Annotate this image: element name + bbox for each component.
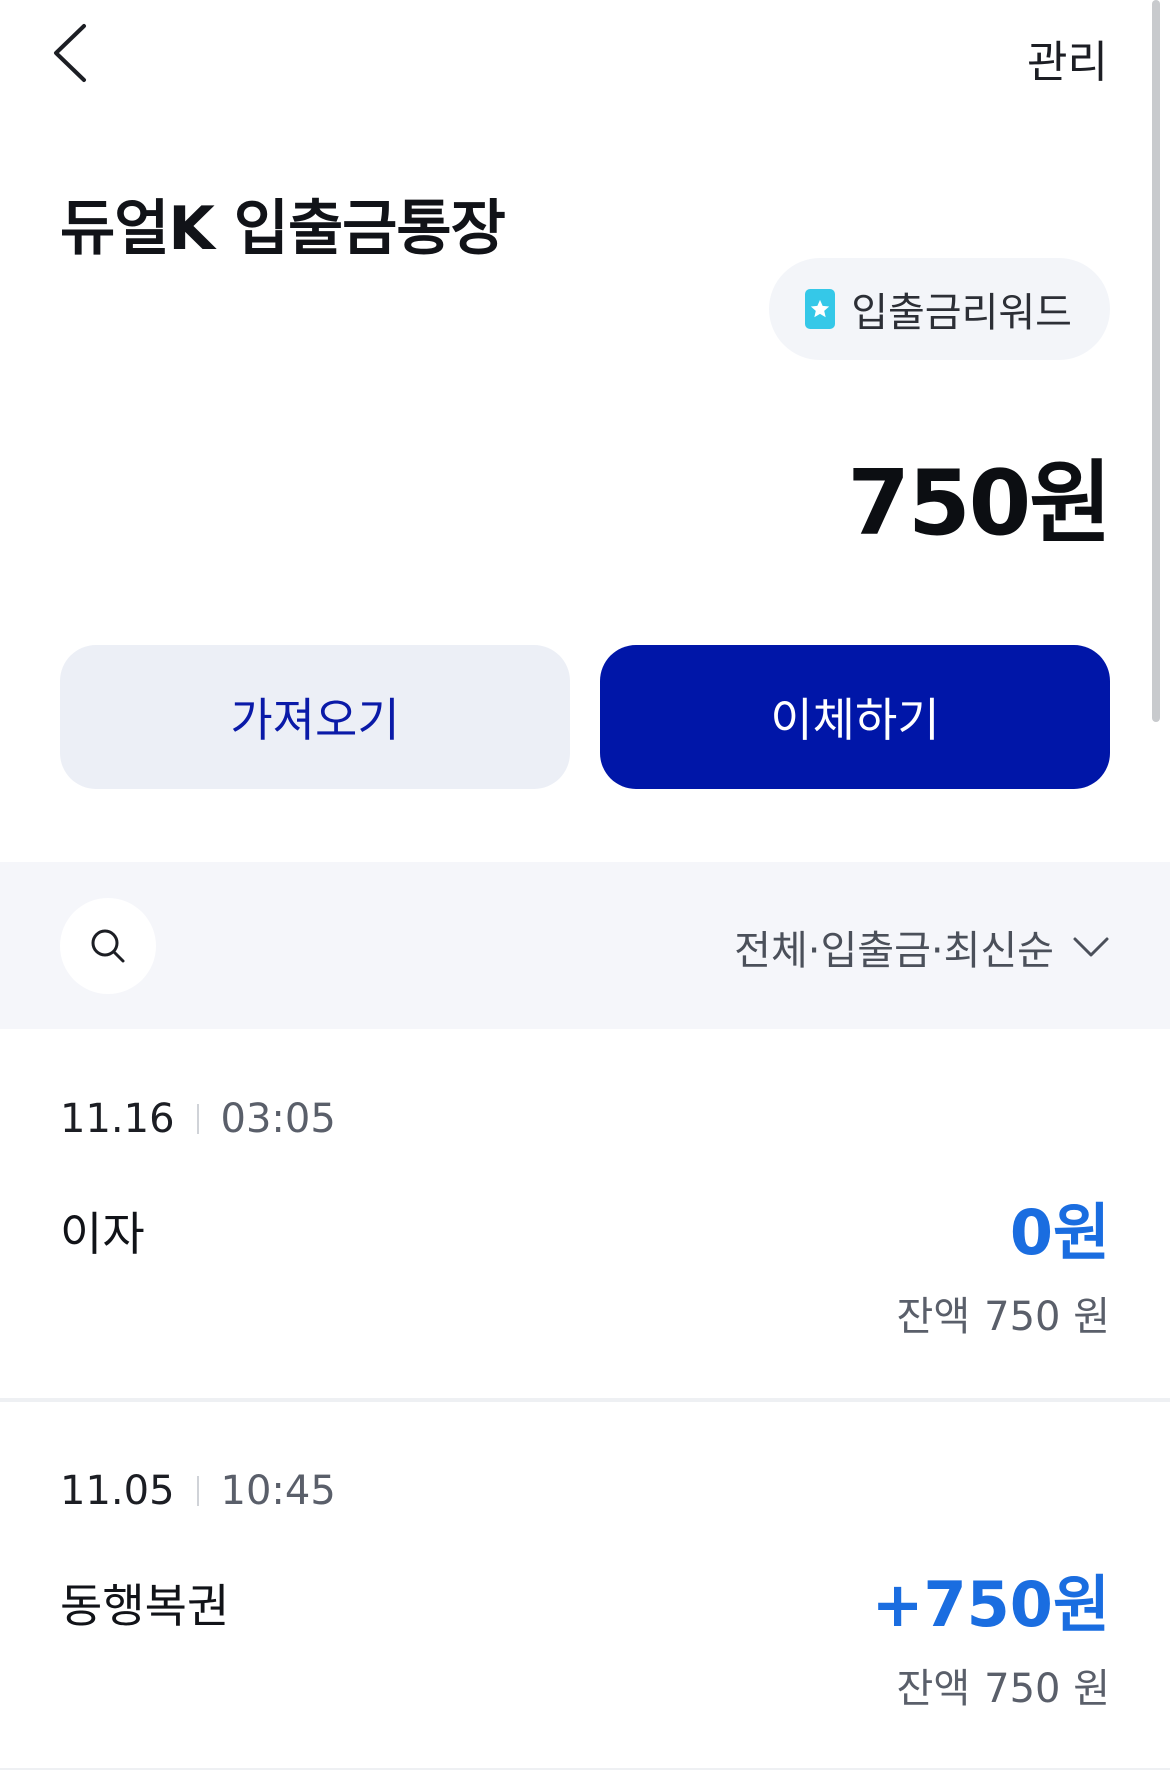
balance-value: 750 원: [984, 1666, 1110, 1712]
divider: [196, 1476, 199, 1506]
back-button[interactable]: [44, 18, 104, 88]
transaction-balance: 잔액 750 원: [897, 1284, 1110, 1342]
divider: [196, 1104, 199, 1134]
transaction-time: 10:45: [220, 1468, 336, 1514]
reward-label: 입출금리워드: [851, 290, 1072, 336]
scrollbar[interactable]: [1152, 0, 1160, 722]
balance-label: 잔액: [896, 1666, 971, 1712]
manage-button[interactable]: 관리: [1027, 26, 1108, 90]
filter-dropdown[interactable]: 전체·입출금·최신순: [734, 918, 1110, 976]
top-bar: 관리: [0, 0, 1170, 110]
account-balance: 750원: [847, 451, 1112, 556]
account-detail-screen: 관리 듀얼K 입출금통장 입출금리워드 750원 가져오기 이체하기 전체·입출…: [0, 0, 1170, 1781]
transaction-datetime: 11.05 10:45: [60, 1468, 336, 1514]
transaction-date: 11.16: [60, 1096, 175, 1142]
divider: [0, 1768, 1170, 1770]
reward-button[interactable]: 입출금리워드: [769, 258, 1110, 360]
search-icon: [91, 929, 125, 963]
filter-bar: 전체·입출금·최신순: [0, 862, 1170, 1029]
transaction-row[interactable]: 11.05 10:45 동행복권 +750원 잔액 750 원: [0, 1400, 1170, 1770]
transaction-amount: +750원: [871, 1568, 1110, 1641]
chevron-left-icon: [54, 24, 86, 82]
transaction-name: 이자: [60, 1207, 145, 1261]
search-button[interactable]: [60, 898, 156, 994]
balance-label: 잔액: [896, 1294, 971, 1340]
balance-value: 750 원: [984, 1294, 1110, 1340]
filter-label: 전체·입출금·최신순: [734, 928, 1054, 974]
transaction-datetime: 11.16 03:05: [60, 1096, 336, 1142]
transfer-button[interactable]: 이체하기: [600, 645, 1110, 789]
star-badge-icon: [805, 289, 836, 329]
account-title: 듀얼K 입출금통장: [60, 194, 506, 264]
transaction-amount: 0원: [1009, 1196, 1110, 1269]
transaction-date: 11.05: [60, 1468, 175, 1514]
transaction-balance: 잔액 750 원: [897, 1656, 1110, 1714]
transaction-row[interactable]: 11.16 03:05 이자 0원 잔액 750 원: [0, 1030, 1170, 1400]
chevron-down-icon: [1073, 937, 1109, 957]
transaction-time: 03:05: [220, 1096, 336, 1142]
transaction-name: 동행복권: [60, 1579, 230, 1633]
fetch-button[interactable]: 가져오기: [60, 645, 570, 789]
